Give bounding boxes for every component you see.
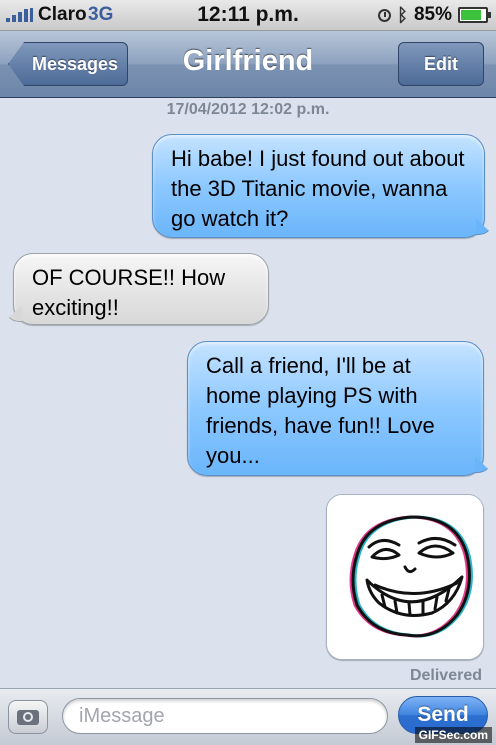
- sent-message-bubble[interactable]: Call a friend, I'll be at home playing P…: [187, 341, 484, 476]
- navigation-bar: Messages Girlfriend Edit: [0, 31, 496, 98]
- received-message-bubble[interactable]: OF COURSE!! How exciting!!: [13, 253, 269, 325]
- sent-image-bubble[interactable]: [326, 494, 484, 660]
- battery-percent: 85%: [413, 4, 452, 25]
- camera-icon: [17, 710, 39, 725]
- message-timestamp: 17/04/2012 12:02 p.m.: [166, 101, 330, 118]
- edit-button[interactable]: Edit: [398, 42, 484, 86]
- camera-button[interactable]: [8, 700, 48, 734]
- sent-message-bubble[interactable]: Hi babe! I just found out about the 3D T…: [152, 134, 485, 238]
- delivered-status: Delivered: [409, 667, 482, 684]
- message-input[interactable]: [62, 698, 388, 734]
- message-compose-bar: Send GIFSec.com: [0, 688, 496, 745]
- rotation-lock-icon: [378, 8, 392, 22]
- battery-icon: [458, 7, 491, 23]
- bluetooth-icon: ᛒ: [397, 4, 408, 25]
- watermark: GIFSec.com: [414, 727, 492, 743]
- status-bar: Claro 3G 12:11 p.m. ᛒ 85%: [0, 0, 496, 31]
- trollface-image: [327, 495, 483, 659]
